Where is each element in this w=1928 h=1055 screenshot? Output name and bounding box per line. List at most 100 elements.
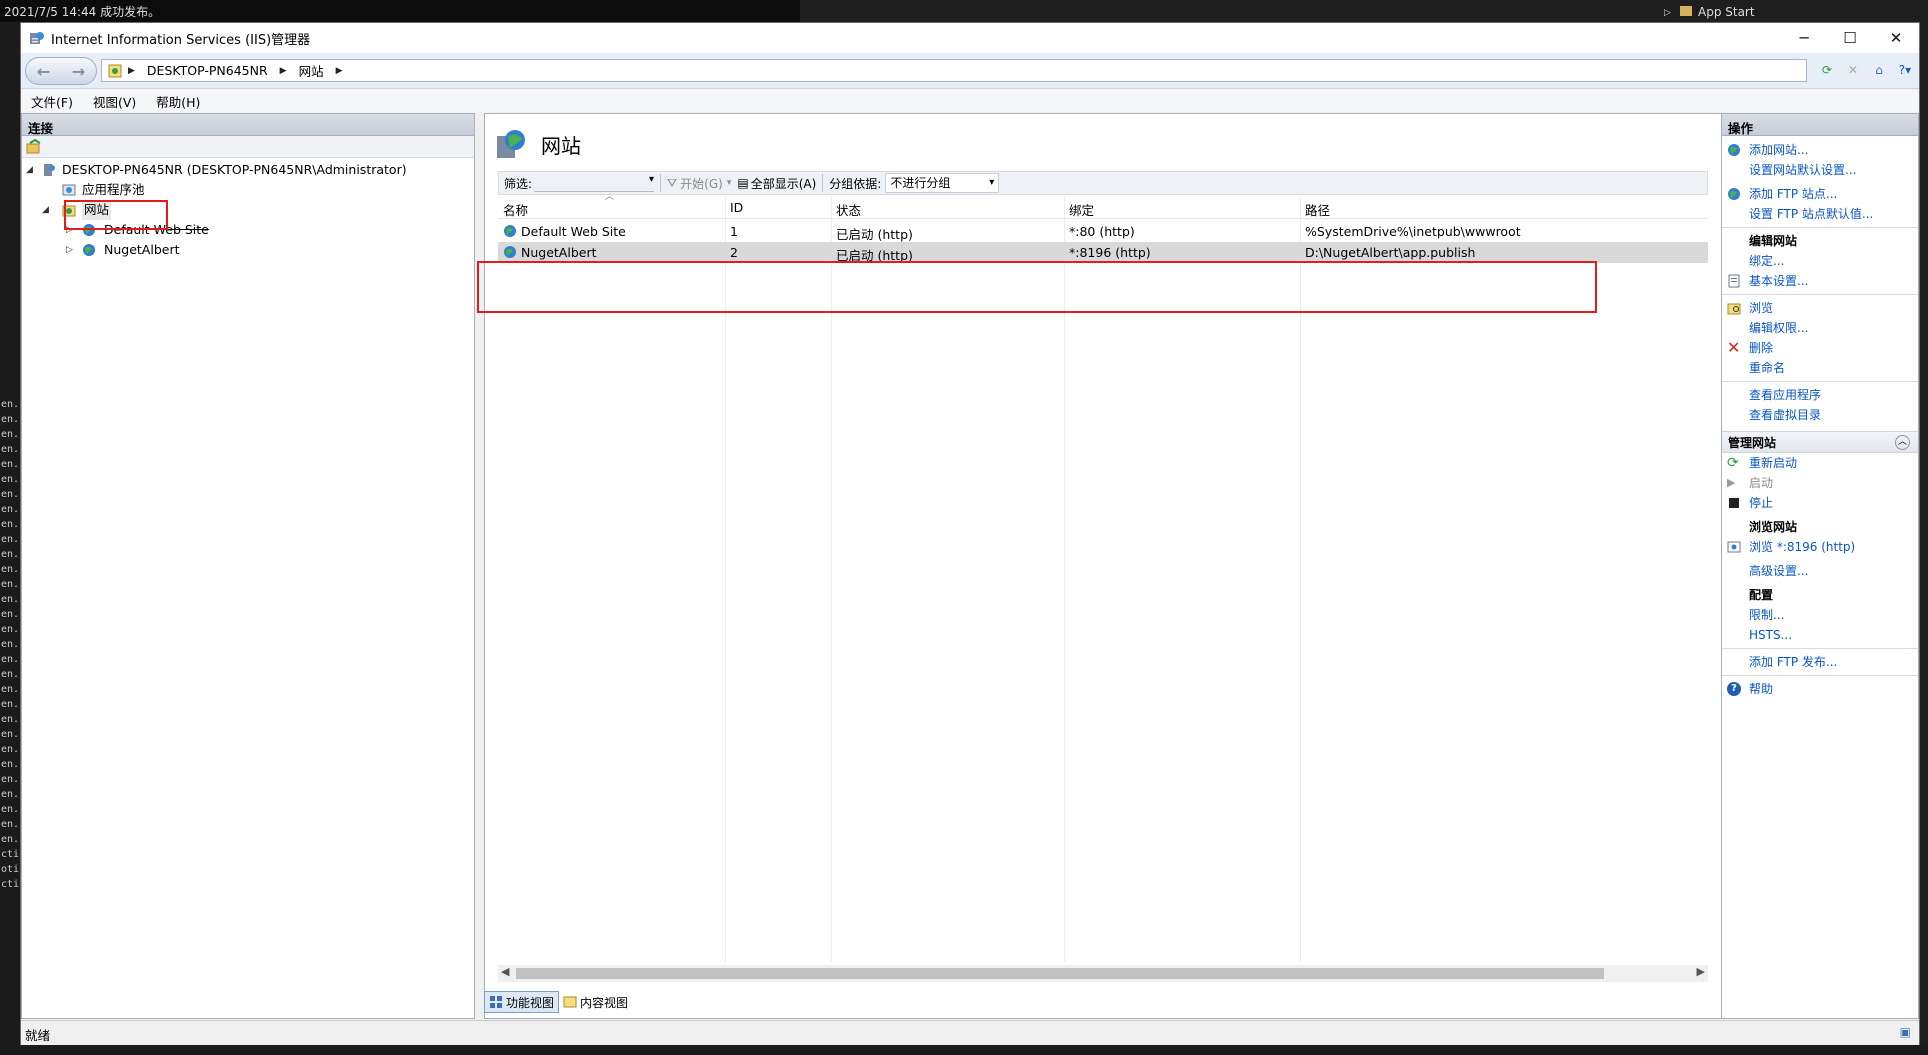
breadcrumb[interactable]: ▶ DESKTOP-PN645NR ▶ 网站 ▶ <box>101 59 1807 82</box>
column-header-name[interactable]: 名称 <box>503 200 528 219</box>
refresh-icon[interactable]: ⟳ <box>1817 61 1837 79</box>
cell-binding: *:80 (http) <box>1069 224 1135 239</box>
tree-node-app-pools[interactable]: 应用程序池 <box>22 180 474 200</box>
start-filter-button[interactable]: 开始(G) <box>680 175 723 192</box>
action-site-defaults[interactable]: 设置网站默认设置... <box>1722 160 1918 180</box>
action-view-vdirs[interactable]: 查看虚拟目录 <box>1722 405 1918 425</box>
expand-arrow-icon: ▷ <box>1664 8 1671 18</box>
action-bindings-label[interactable]: 绑定... <box>1749 251 1784 271</box>
action-help-label[interactable]: 帮助 <box>1749 679 1773 699</box>
maximize-button[interactable]: ☐ <box>1827 23 1873 53</box>
breadcrumb-separator-icon[interactable]: ▶ <box>280 66 287 76</box>
breadcrumb-separator-icon[interactable]: ▶ <box>336 66 343 76</box>
action-edit-permissions-label[interactable]: 编辑权限... <box>1749 318 1808 338</box>
group-by-label: 分组依据: <box>829 176 882 191</box>
action-remove-label[interactable]: 删除 <box>1749 338 1773 358</box>
table-row[interactable]: Default Web Site 1 已启动 (http) *:80 (http… <box>498 221 1708 242</box>
action-restart[interactable]: ⟳ 重新启动 <box>1722 453 1918 473</box>
breadcrumb-server[interactable]: DESKTOP-PN645NR <box>147 63 268 78</box>
group-manage-site[interactable]: 管理网站 ︿ <box>1722 431 1918 453</box>
tab-content-view[interactable]: 内容视图 <box>559 991 632 1013</box>
back-button[interactable]: ← <box>33 60 55 82</box>
action-basic-settings[interactable]: 基本设置... <box>1722 271 1918 291</box>
scroll-left-icon[interactable]: ◀ <box>501 965 509 978</box>
stop-icon[interactable]: ✕ <box>1843 61 1863 79</box>
column-header-binding[interactable]: 绑定 <box>1069 200 1094 219</box>
action-start[interactable]: ▶ 启动 <box>1722 473 1918 493</box>
expand-arrow-icon[interactable]: ▷ <box>66 240 76 260</box>
action-add-ftp-publish[interactable]: 添加 FTP 发布... <box>1722 652 1918 672</box>
action-explore-label[interactable]: 浏览 <box>1749 298 1773 318</box>
minimize-button[interactable]: ─ <box>1781 23 1827 53</box>
action-stop[interactable]: 停止 <box>1722 493 1918 513</box>
close-button[interactable]: ✕ <box>1873 23 1919 53</box>
action-ftp-defaults-label[interactable]: 设置 FTP 站点默认值... <box>1749 204 1873 224</box>
column-header-status[interactable]: 状态 <box>836 200 861 219</box>
collapse-arrow-icon[interactable]: ◢ <box>42 200 52 220</box>
connect-icon[interactable] <box>26 138 42 155</box>
action-explore[interactable]: 浏览 <box>1722 298 1918 318</box>
action-advanced-settings[interactable]: 高级设置... <box>1722 561 1918 581</box>
breadcrumb-separator-icon[interactable]: ▶ <box>128 66 135 76</box>
action-browse-link[interactable]: 浏览 *:8196 (http) <box>1722 537 1918 557</box>
action-view-apps-label[interactable]: 查看应用程序 <box>1749 385 1821 405</box>
terminal-line: en. <box>1 789 20 800</box>
action-add-ftp-site-label[interactable]: 添加 FTP 站点... <box>1749 184 1837 204</box>
action-add-site-label[interactable]: 添加网站... <box>1749 140 1808 160</box>
tree-node-server[interactable]: ◢ DESKTOP-PN645NR (DESKTOP-PN645NR\Admin… <box>22 160 474 180</box>
page-header: 网站 <box>495 124 581 164</box>
explore-folder-icon <box>1727 303 1741 315</box>
action-view-apps[interactable]: 查看应用程序 <box>1722 385 1918 405</box>
tab-features-view[interactable]: 功能视图 <box>484 991 560 1013</box>
home-icon[interactable]: ⌂ <box>1869 61 1889 79</box>
action-limits-label[interactable]: 限制... <box>1749 605 1784 625</box>
action-stop-label[interactable]: 停止 <box>1749 493 1773 513</box>
action-hsts[interactable]: HSTS... <box>1722 625 1918 645</box>
action-rename-label[interactable]: 重命名 <box>1749 358 1785 378</box>
show-all-button[interactable]: 全部显示(A) <box>751 175 817 192</box>
filter-toolbar: 筛选: ⛛ 开始(G) ▾ ▤ 全部显示(A) 分组依据: 不进行分组 <box>498 171 1708 195</box>
action-help[interactable]: ? 帮助 <box>1722 679 1918 699</box>
action-add-ftp-site[interactable]: 添加 FTP 站点... <box>1722 184 1918 204</box>
column-header-id[interactable]: ID <box>730 200 743 215</box>
actions-header: 操作 <box>1722 114 1918 136</box>
menu-file[interactable]: 文件(F) <box>31 92 73 111</box>
horizontal-scrollbar[interactable]: ◀ ▶ <box>498 965 1708 982</box>
help-dropdown-icon[interactable]: ?▾ <box>1895 61 1915 79</box>
expand-arrow-icon[interactable]: ▷ <box>66 220 76 240</box>
action-add-ftp-publish-label[interactable]: 添加 FTP 发布... <box>1749 652 1837 672</box>
scrollbar-thumb[interactable] <box>516 968 1604 979</box>
action-site-defaults-label[interactable]: 设置网站默认设置... <box>1749 160 1856 180</box>
column-header-path[interactable]: 路径 <box>1305 200 1330 219</box>
action-bindings[interactable]: 绑定... <box>1722 251 1918 271</box>
action-limits[interactable]: 限制... <box>1722 605 1918 625</box>
tree-node-nugetalbert[interactable]: ▷ NugetAlbert <box>22 240 474 260</box>
scroll-right-icon[interactable]: ▶ <box>1697 965 1705 978</box>
action-edit-permissions[interactable]: 编辑权限... <box>1722 318 1918 338</box>
forward-button[interactable]: → <box>68 60 90 82</box>
action-ftp-defaults[interactable]: 设置 FTP 站点默认值... <box>1722 204 1918 224</box>
collapse-chevron-icon[interactable]: ︿ <box>1895 435 1910 450</box>
action-advanced-settings-label[interactable]: 高级设置... <box>1749 561 1808 581</box>
action-restart-label[interactable]: 重新启动 <box>1749 453 1797 473</box>
action-start-label[interactable]: 启动 <box>1749 473 1773 493</box>
collapse-arrow-icon[interactable]: ◢ <box>26 160 36 180</box>
tree-node-default-web-site[interactable]: ▷ Default Web Site <box>22 220 474 240</box>
tree-node-sites[interactable]: ◢ 网站 <box>22 200 474 220</box>
group-by-select[interactable]: 不进行分组 <box>885 173 1000 193</box>
table-row-selected[interactable]: NugetAlbert 2 已启动 (http) *:8196 (http) D… <box>498 242 1708 263</box>
start-dropdown-icon[interactable]: ▾ <box>727 178 732 188</box>
group-manage-site-label: 管理网站 <box>1728 436 1777 450</box>
cell-name: NugetAlbert <box>521 245 597 260</box>
action-basic-settings-label[interactable]: 基本设置... <box>1749 271 1808 291</box>
action-view-vdirs-label[interactable]: 查看虚拟目录 <box>1749 405 1821 425</box>
action-rename[interactable]: 重命名 <box>1722 358 1918 378</box>
menu-view[interactable]: 视图(V) <box>93 92 136 111</box>
breadcrumb-sites[interactable]: 网站 <box>299 61 324 80</box>
action-remove[interactable]: ✕ 删除 <box>1722 338 1918 358</box>
action-hsts-label[interactable]: HSTS... <box>1749 625 1792 645</box>
action-browse-link-label[interactable]: 浏览 *:8196 (http) <box>1749 537 1855 557</box>
menu-help[interactable]: 帮助(H) <box>156 92 200 111</box>
filter-input[interactable] <box>534 174 654 192</box>
action-add-site[interactable]: 添加网站... <box>1722 140 1918 160</box>
